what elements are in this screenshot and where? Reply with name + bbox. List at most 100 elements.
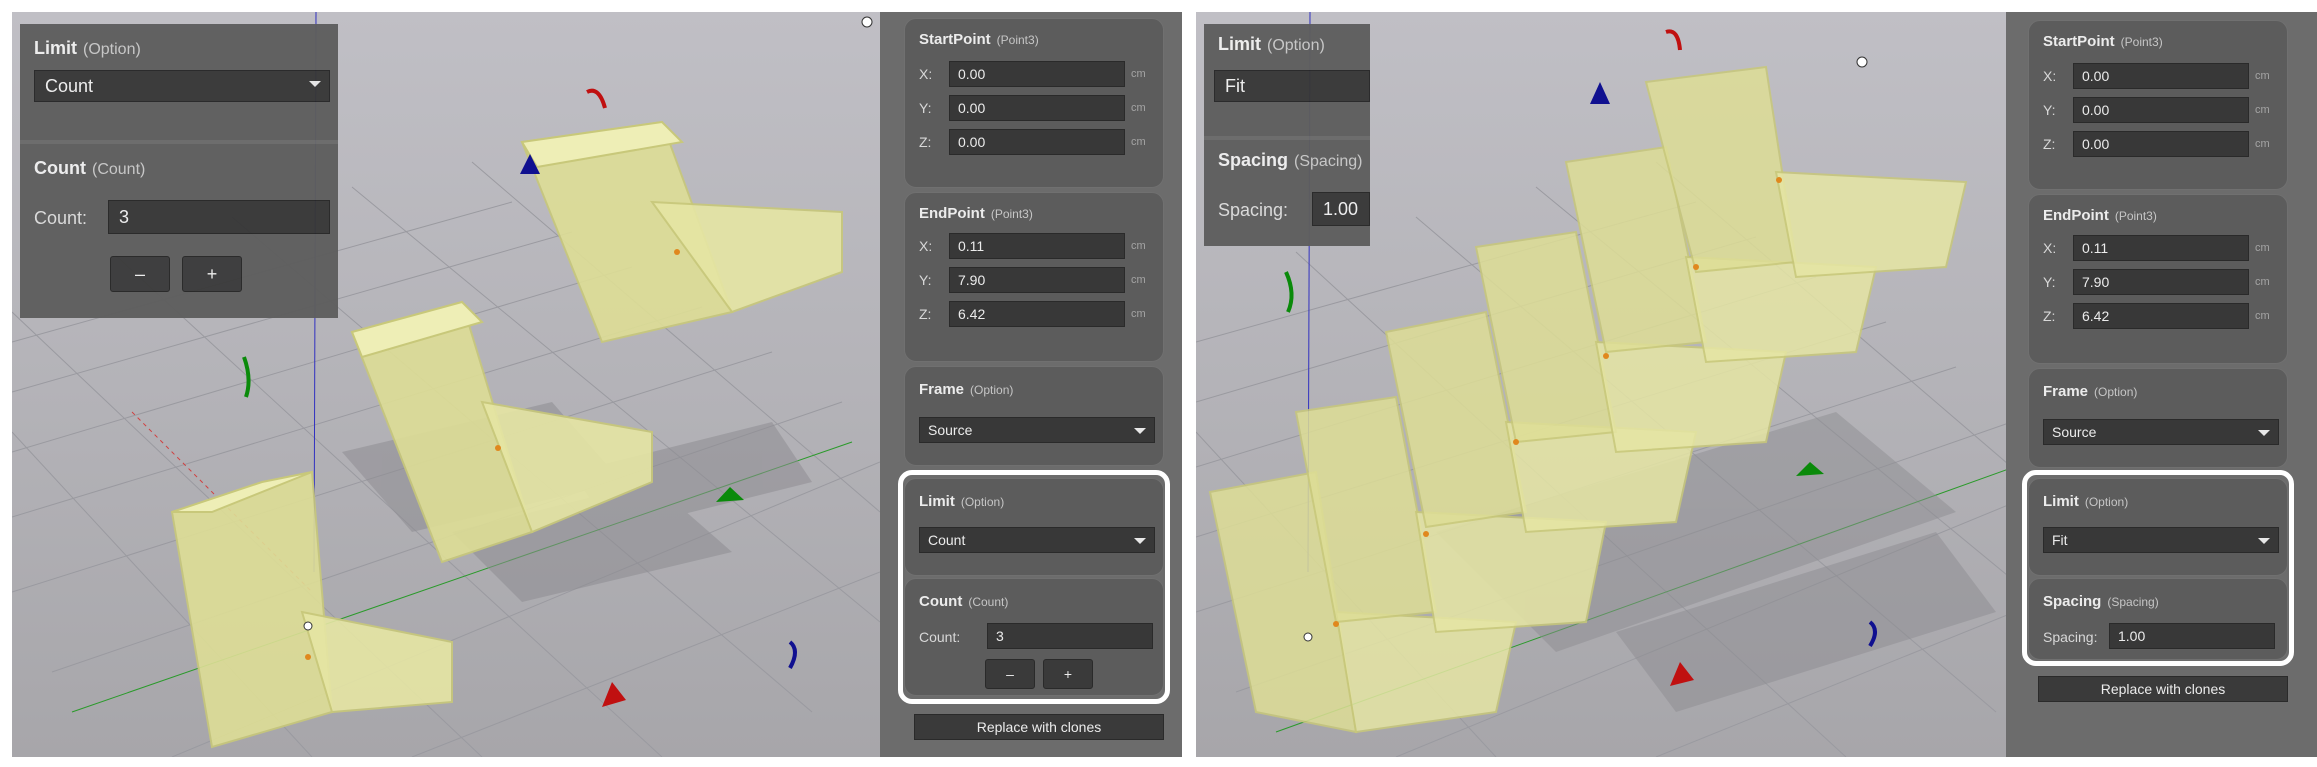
red-cone-handle[interactable] <box>602 682 626 707</box>
pivot-point-2 <box>1423 531 1429 537</box>
green-rotate-handle[interactable] <box>1284 271 1294 313</box>
overlay-count-title: Count (Count) <box>34 158 146 178</box>
endpoint-y-input[interactable]: 7.90 <box>2073 269 2249 295</box>
endpoint-group: EndPoint (Point3) X: 0.11 cm Y: 7.90 cm Z: 6.4… <box>904 192 1164 362</box>
overlay-decrement-button[interactable]: – <box>110 256 170 292</box>
endpoint-x-input[interactable]: 0.11 <box>949 233 1125 259</box>
count-group: Count (Count) Count: 3 – + <box>904 578 1164 696</box>
spacing-group: Spacing (Spacing) Spacing: 1.00 <box>2028 578 2288 660</box>
frame-group: Frame (Option) Source <box>2028 368 2288 468</box>
endpoint-z-input[interactable]: 6.42 <box>2073 303 2249 329</box>
frame-dropdown[interactable]: Source <box>2043 419 2279 445</box>
overlay-count-input[interactable]: 3 <box>108 200 330 234</box>
endpoint-z-row: Z: 6.42 cm <box>2043 303 2279 329</box>
overlay-limit-value: Count <box>45 76 94 96</box>
frame-value: Source <box>928 422 973 438</box>
startpoint-y-input[interactable]: 0.00 <box>2073 97 2249 123</box>
frame-dropdown[interactable]: Source <box>919 417 1155 443</box>
overlay-limit-dropdown[interactable]: Fit <box>1214 70 1370 102</box>
overlay-increment-button[interactable]: + <box>182 256 242 292</box>
overlay-limit-section: Limit (Option) Fit <box>1204 24 1370 136</box>
limit-group: Limit (Option) Fit <box>2028 478 2288 576</box>
startpoint-y-input[interactable]: 0.00 <box>949 95 1125 121</box>
replace-with-clones-button[interactable]: Replace with clones <box>2038 676 2288 702</box>
3d-viewport[interactable]: Limit (Option) Count Count (Count) Count: … <box>12 12 880 757</box>
endpoint-title: EndPoint (Point3) <box>2043 207 2157 224</box>
overlay-limit-dropdown[interactable]: Count <box>34 70 330 102</box>
red-rotate-handle[interactable] <box>1665 29 1682 51</box>
limit-title: Limit (Option) <box>2043 493 2129 510</box>
limit-group: Limit (Option) Count <box>904 478 1164 576</box>
limit-value: Fit <box>2052 532 2068 548</box>
screenshot-count-mode: Limit (Option) Count Count (Count) Count: … <box>12 12 1182 757</box>
endpoint-x-input[interactable]: 0.11 <box>2073 235 2249 261</box>
end-point-marker[interactable] <box>1856 56 1868 68</box>
pivot-point-6 <box>1776 177 1782 183</box>
startpoint-y-row: Y: 0.00 cm <box>2043 97 2279 123</box>
overlay-count-label: Count: <box>34 208 88 228</box>
count-input[interactable]: 3 <box>987 623 1153 649</box>
startpoint-y-row: Y: 0.00 cm <box>919 95 1155 121</box>
startpoint-x-row: X: 0.00 cm <box>919 61 1155 87</box>
startpoint-z-input[interactable]: 0.00 <box>949 129 1125 155</box>
end-point-marker[interactable] <box>861 16 873 28</box>
replace-with-clones-button[interactable]: Replace with clones <box>914 714 1164 740</box>
properties-panel: StartPoint (Point3) X: 0.00 cm Y: 0.00 cm Z: 0… <box>880 12 1182 757</box>
limit-title: Limit (Option) <box>919 493 1005 510</box>
pivot-point-5 <box>1693 264 1699 270</box>
count-title: Count (Count) <box>919 593 1009 610</box>
overlay-spacing-section: Spacing (Spacing) Spacing: 1.00 <box>1204 140 1370 246</box>
pivot-point-3 <box>674 249 680 255</box>
endpoint-group: EndPoint (Point3) X: 0.11 cm Y: 7.90 cm Z: 6.4… <box>2028 194 2288 364</box>
spacing-input[interactable]: 1.00 <box>2109 623 2275 649</box>
overlay-spacing-input[interactable]: 1.00 <box>1312 192 1370 226</box>
chevron-down-icon <box>1134 428 1146 434</box>
overlay-count-section: Count (Count) Count: 3 – + <box>20 144 338 318</box>
startpoint-x-input[interactable]: 0.00 <box>2073 63 2249 89</box>
blue-rotate-handle[interactable] <box>788 640 797 669</box>
startpoint-x-input[interactable]: 0.00 <box>949 61 1125 87</box>
overlay-limit-value: Fit <box>1225 76 1245 96</box>
origin-marker[interactable] <box>1303 632 1313 642</box>
chevron-down-icon <box>309 81 321 87</box>
limit-dropdown[interactable]: Fit <box>2043 527 2279 553</box>
3d-viewport[interactable]: Limit (Option) Fit Spacing (Spacing) Spaci… <box>1196 12 2064 757</box>
endpoint-z-input[interactable]: 6.42 <box>949 301 1125 327</box>
frame-value: Source <box>2052 424 2097 440</box>
endpoint-y-input[interactable]: 7.90 <box>949 267 1125 293</box>
overlay-spacing-label: Spacing: <box>1218 200 1289 220</box>
pivot-point-3 <box>1513 439 1519 445</box>
startpoint-title: StartPoint (Point3) <box>2043 33 2163 50</box>
origin-marker[interactable] <box>303 621 313 631</box>
overlay-limit-section: Limit (Option) Count <box>20 24 338 140</box>
limit-dropdown[interactable]: Count <box>919 527 1155 553</box>
clone-6[interactable] <box>1644 65 1968 279</box>
overlay-spacing-title: Spacing (Spacing) <box>1218 150 1363 170</box>
pivot-point-1 <box>1333 621 1339 627</box>
startpoint-group: StartPoint (Point3) X: 0.00 cm Y: 0.00 cm Z: 0… <box>2028 20 2288 190</box>
startpoint-z-input[interactable]: 0.00 <box>2073 131 2249 157</box>
count-label: Count: <box>919 629 961 645</box>
green-rotate-handle[interactable] <box>242 356 251 398</box>
limit-value: Count <box>928 532 966 548</box>
chevron-down-icon <box>2258 538 2270 544</box>
endpoint-y-row: Y: 7.90 cm <box>2043 269 2279 295</box>
blue-cone-handle[interactable] <box>1590 82 1610 104</box>
startpoint-title: StartPoint (Point3) <box>919 31 1039 48</box>
decrement-button[interactable]: – <box>985 659 1035 689</box>
startpoint-group: StartPoint (Point3) X: 0.00 cm Y: 0.00 cm Z: 0… <box>904 18 1164 188</box>
screenshot-fit-mode: Limit (Option) Fit Spacing (Spacing) Spaci… <box>1196 12 2317 757</box>
chevron-down-icon <box>1134 538 1146 544</box>
endpoint-z-row: Z: 6.42 cm <box>919 301 1155 327</box>
red-rotate-handle[interactable] <box>586 88 607 109</box>
endpoint-x-row: X: 0.11 cm <box>919 233 1155 259</box>
clone-3[interactable] <box>520 120 843 344</box>
endpoint-title: EndPoint (Point3) <box>919 205 1033 222</box>
startpoint-z-row: Z: 0.00 cm <box>2043 131 2279 157</box>
startpoint-x-row: X: 0.00 cm <box>2043 63 2279 89</box>
frame-group: Frame (Option) Source <box>904 366 1164 466</box>
pivot-point-2 <box>495 445 501 451</box>
pivot-point-1 <box>305 654 311 660</box>
properties-panel: StartPoint (Point3) X: 0.00 cm Y: 0.00 cm Z: 0… <box>2006 12 2317 757</box>
increment-button[interactable]: + <box>1043 659 1093 689</box>
